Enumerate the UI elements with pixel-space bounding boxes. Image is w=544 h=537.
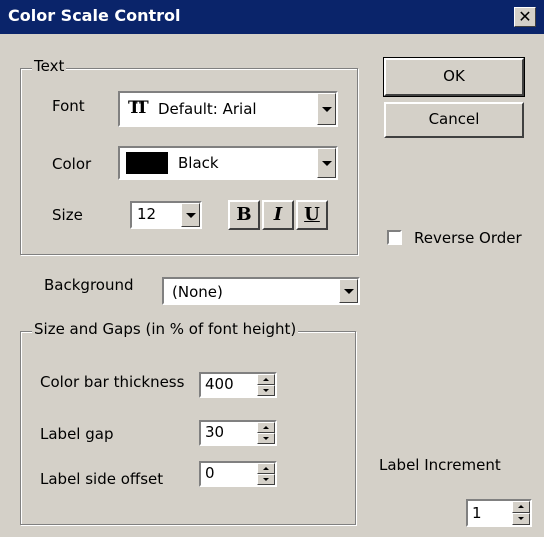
underline-icon: U bbox=[304, 204, 320, 225]
label-increment-spinner[interactable]: 1 bbox=[466, 499, 532, 527]
font-select-value: Default: Arial bbox=[158, 100, 257, 118]
close-icon: ✕ bbox=[518, 7, 532, 26]
size-select[interactable]: 12 bbox=[130, 201, 202, 229]
bar-thickness-up-button[interactable] bbox=[257, 374, 275, 385]
label-gap-down-button[interactable] bbox=[257, 433, 275, 444]
background-dropdown-button[interactable] bbox=[339, 279, 358, 303]
color-scale-dialog: Color Scale Control ✕ Text Font TT Defau… bbox=[0, 0, 544, 537]
size-dropdown-button[interactable] bbox=[181, 203, 200, 227]
color-label: Color bbox=[52, 155, 92, 173]
cancel-button-label: Cancel bbox=[428, 110, 480, 128]
dialog-title: Color Scale Control bbox=[8, 6, 181, 25]
size-label: Size bbox=[52, 206, 83, 224]
cancel-button[interactable]: Cancel bbox=[384, 102, 524, 138]
side-offset-value: 0 bbox=[205, 464, 215, 482]
background-select-value: (None) bbox=[172, 283, 223, 301]
bar-thickness-value: 400 bbox=[205, 375, 234, 393]
bar-thickness-label: Color bar thickness bbox=[40, 373, 185, 391]
side-offset-down-button[interactable] bbox=[257, 474, 275, 485]
italic-button[interactable]: I bbox=[262, 200, 294, 230]
ok-button[interactable]: OK bbox=[383, 57, 525, 97]
text-group-label: Text bbox=[32, 57, 67, 75]
bold-icon: B bbox=[236, 204, 252, 225]
color-select[interactable]: Black bbox=[118, 146, 338, 180]
background-label: Background bbox=[44, 276, 134, 294]
label-gap-label: Label gap bbox=[40, 425, 114, 443]
reverse-order-checkbox[interactable] bbox=[387, 230, 402, 245]
label-increment-value: 1 bbox=[472, 504, 482, 522]
background-select[interactable]: (None) bbox=[162, 277, 360, 305]
bar-thickness-spinner[interactable]: 400 bbox=[199, 372, 277, 398]
italic-icon: I bbox=[273, 204, 283, 225]
label-increment-down-button[interactable] bbox=[512, 513, 530, 525]
font-label: Font bbox=[52, 97, 85, 115]
font-dropdown-button[interactable] bbox=[317, 93, 336, 125]
label-increment-label: Label Increment bbox=[379, 456, 501, 474]
title-bar[interactable]: Color Scale Control ✕ bbox=[0, 0, 544, 34]
label-gap-spinner[interactable]: 30 bbox=[199, 420, 277, 446]
side-offset-up-button[interactable] bbox=[257, 463, 275, 474]
color-swatch bbox=[126, 152, 168, 174]
reverse-order-label[interactable]: Reverse Order bbox=[414, 229, 522, 247]
bar-thickness-down-button[interactable] bbox=[257, 385, 275, 396]
label-gap-up-button[interactable] bbox=[257, 422, 275, 433]
size-select-value: 12 bbox=[137, 205, 157, 223]
side-offset-spinner[interactable]: 0 bbox=[199, 461, 277, 487]
font-select[interactable]: TT Default: Arial bbox=[118, 91, 338, 127]
label-increment-up-button[interactable] bbox=[512, 501, 530, 513]
size-gaps-group-label: Size and Gaps (in % of font height) bbox=[32, 320, 299, 338]
bold-button[interactable]: B bbox=[228, 200, 260, 230]
underline-button[interactable]: U bbox=[296, 200, 328, 230]
close-button[interactable]: ✕ bbox=[514, 7, 536, 27]
side-offset-label: Label side offset bbox=[40, 470, 164, 488]
color-dropdown-button[interactable] bbox=[317, 148, 336, 178]
color-select-value: Black bbox=[178, 154, 219, 172]
ok-button-label: OK bbox=[443, 67, 465, 85]
label-gap-value: 30 bbox=[205, 423, 225, 441]
truetype-font-icon: TT bbox=[128, 98, 149, 118]
